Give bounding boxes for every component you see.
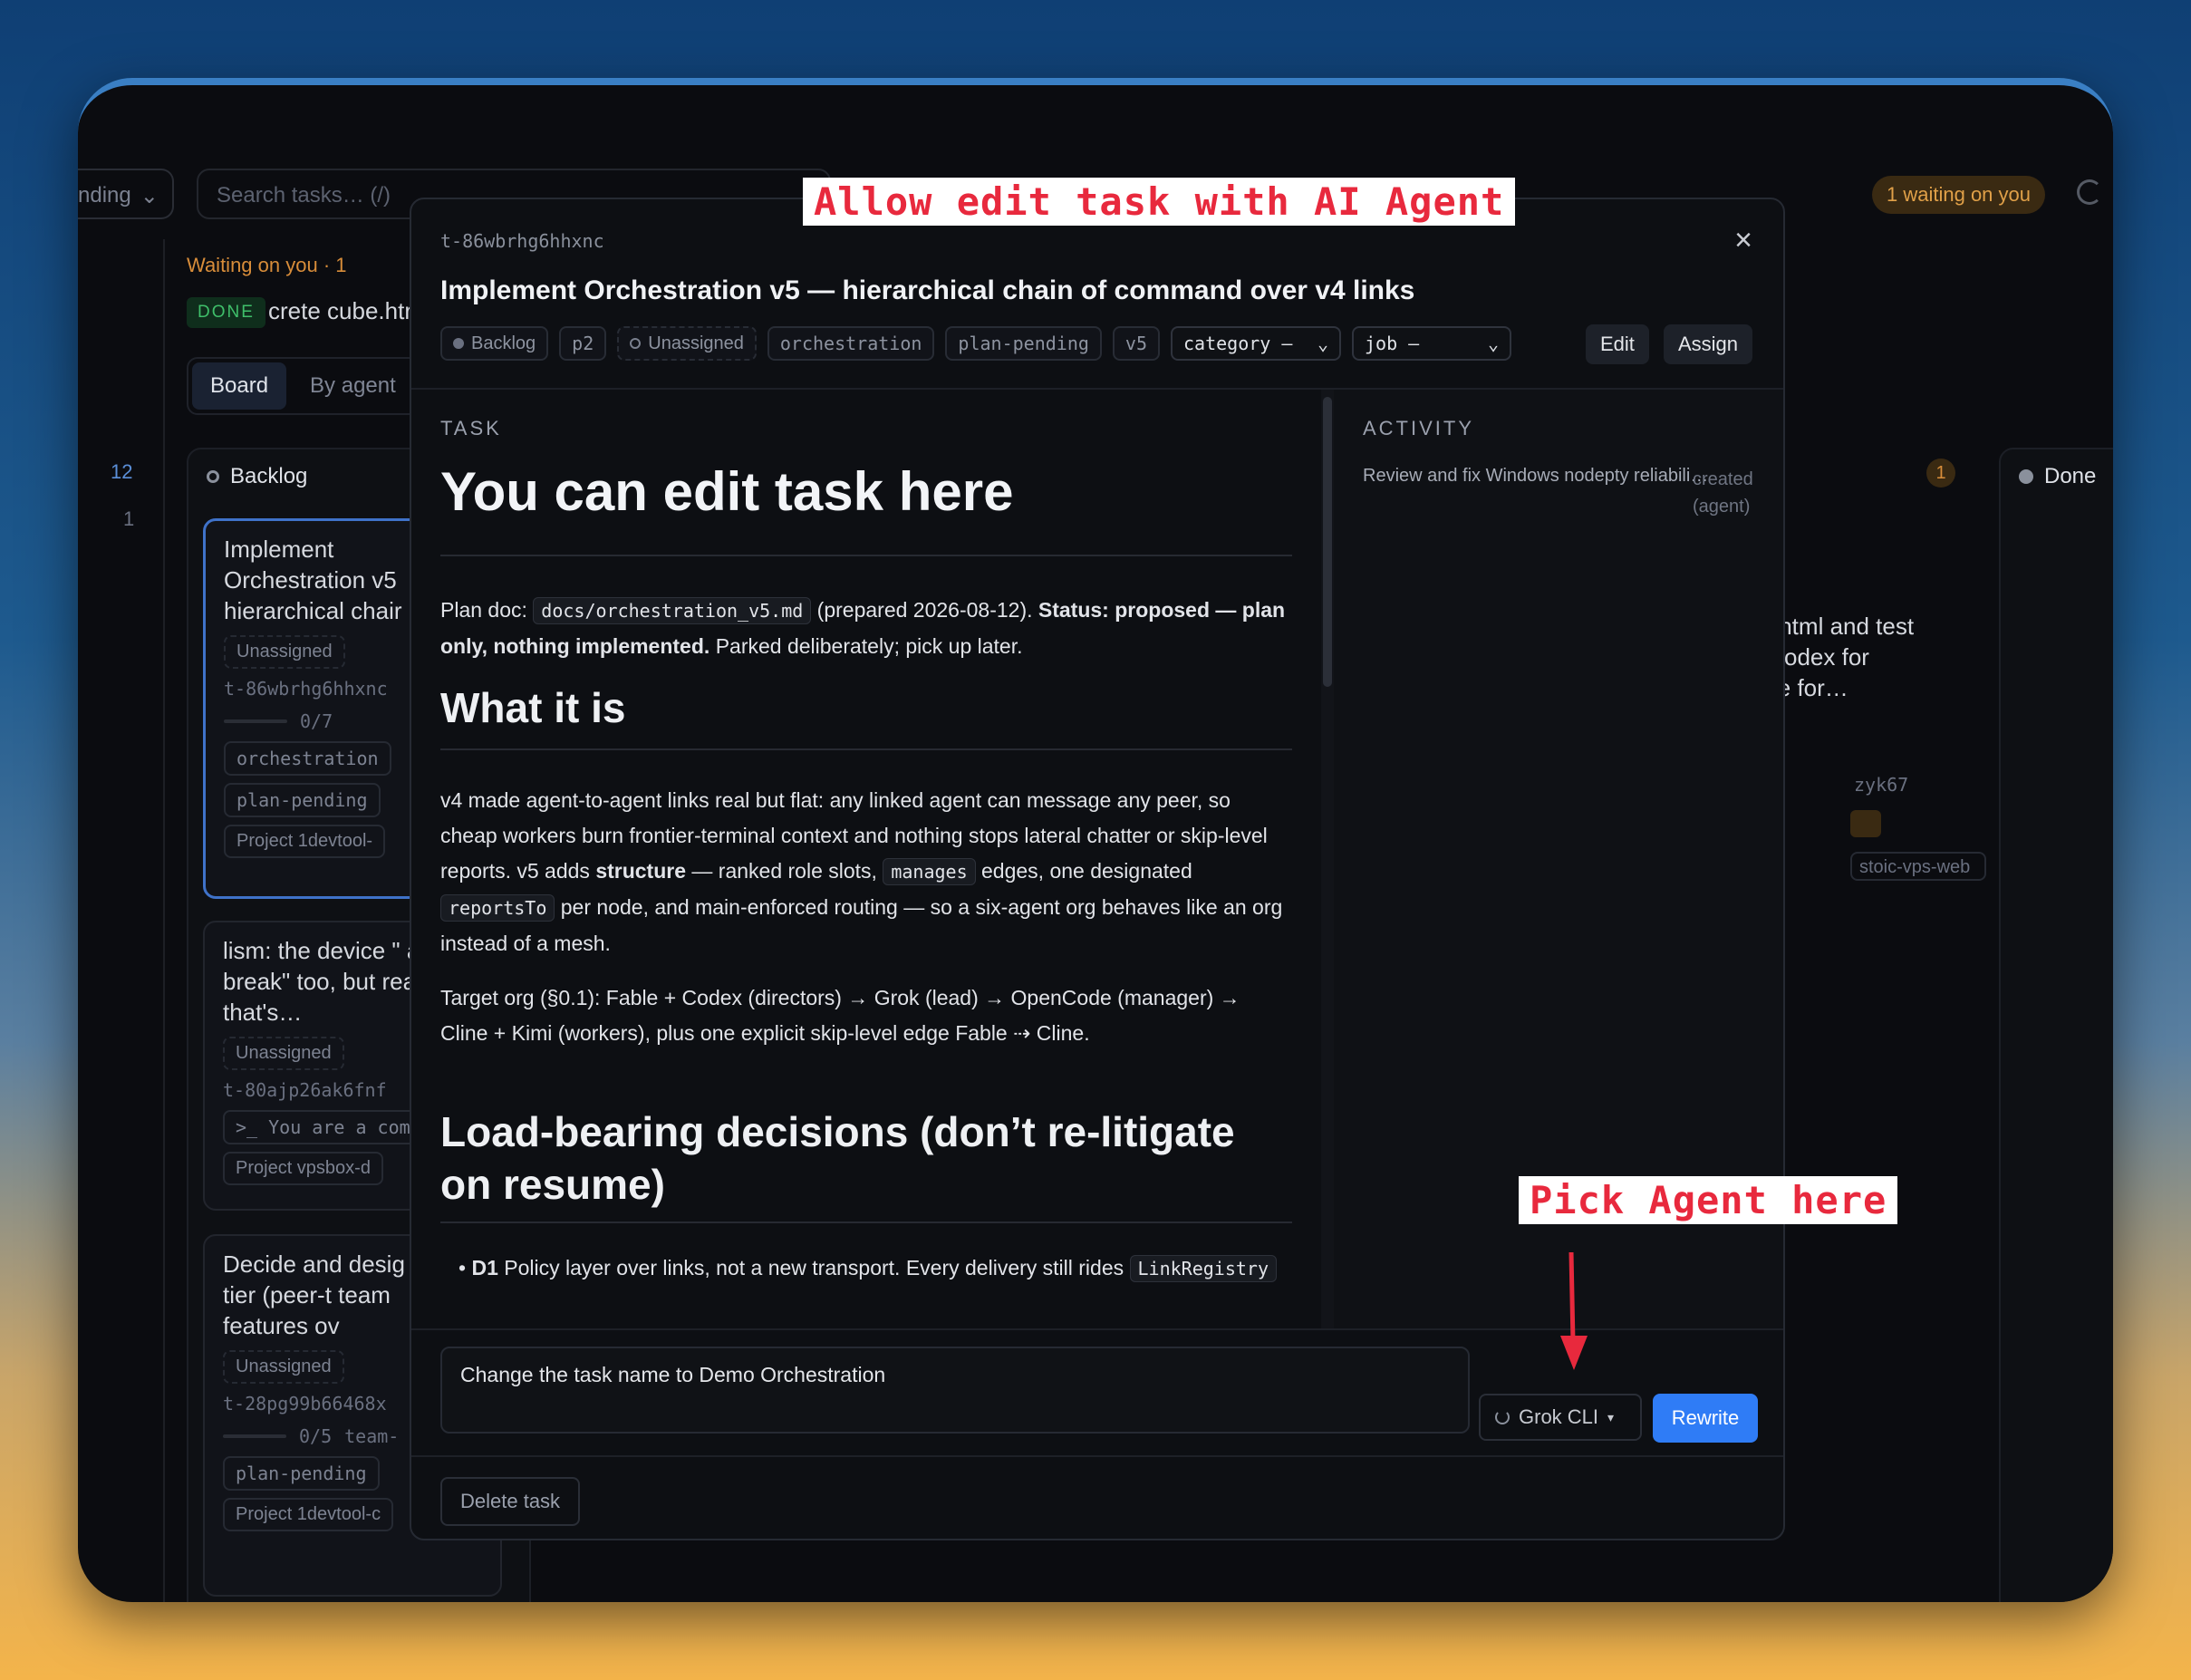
filter-label: nding (78, 183, 131, 208)
annotation-pick: Pick Agent here (1519, 1176, 1898, 1224)
job-select[interactable]: job — ⌄ (1352, 326, 1512, 361)
task-content[interactable]: TASK You can edit task here Plan doc: do… (411, 390, 1321, 1332)
delete-task-button[interactable]: Delete task (440, 1477, 581, 1526)
divider (440, 1221, 1292, 1223)
circle-icon (2019, 469, 2033, 484)
tag-chip: orchestration (224, 741, 391, 776)
column-header: Backlog (207, 464, 307, 489)
target-org-paragraph: Target org (§0.1): Fable + Codex (direct… (440, 986, 1240, 1045)
status-chip[interactable]: Backlog (440, 326, 549, 361)
count-badge: 1 (1926, 459, 1955, 488)
rail-count: 1 (123, 507, 135, 530)
label-chip[interactable]: v5 (1112, 326, 1161, 361)
modal-footer: Delete task (411, 1455, 1783, 1539)
content-heading: You can edit task here (440, 461, 1014, 522)
waiting-title: Waiting on you · 1 (187, 254, 347, 276)
rewrite-prompt-input[interactable]: Change the task name to Demo Orchestrati… (440, 1347, 1470, 1434)
scrollbar-thumb[interactable] (1323, 397, 1332, 687)
status-badge: DONE (187, 297, 265, 328)
assignee-chip[interactable]: Unassigned (223, 1350, 344, 1384)
waiting-pill[interactable]: 1 waiting on you (1872, 176, 2045, 214)
project-chip: Project 1devtool- (224, 825, 386, 858)
arrow-down-icon (1560, 1252, 1588, 1370)
rewrite-button[interactable]: Rewrite (1653, 1394, 1758, 1443)
close-icon[interactable]: × (1725, 223, 1761, 259)
agent-select[interactable]: Grok CLI ▾ (1479, 1394, 1642, 1441)
project-chip: stoic-vps-web (1850, 852, 1986, 881)
circle-icon (207, 470, 219, 483)
status-dot-icon (453, 338, 464, 349)
left-rail (78, 239, 165, 1602)
label-chip[interactable]: plan-pending (945, 326, 1102, 361)
assignee-chip[interactable]: Unassigned (223, 1037, 344, 1070)
card-title[interactable]: .html and test codex for le for… (1772, 611, 1914, 703)
project-chip: Project 1devtool-c (223, 1498, 394, 1531)
activity-item[interactable]: Review and fix Windows nodepty reliabili… (1363, 466, 1707, 487)
divider (440, 555, 1292, 556)
section-heading: Load-bearing decisions (don’t re-litigat… (440, 1108, 1235, 1208)
filter-select[interactable]: nding ⌄ (78, 169, 174, 219)
edit-button[interactable]: Edit (1586, 324, 1649, 364)
task-id: t-86wbrhg6hhxnc (440, 230, 604, 252)
project-chip: Project vpsbox-d (223, 1152, 383, 1185)
section-heading: What it is (440, 684, 626, 731)
tab-board[interactable]: Board (192, 362, 287, 410)
activity-meta: created (agent) (1693, 469, 1753, 517)
done-column: Done (1999, 448, 2113, 1602)
tag-chip (1850, 810, 1881, 837)
agent-icon (1495, 1410, 1510, 1424)
card-id: zyk67 (1854, 774, 1909, 796)
assignee-chip[interactable]: Unassigned (224, 635, 345, 669)
label-chip[interactable]: orchestration (767, 326, 935, 361)
divider (440, 748, 1292, 750)
annotation-top: Allow edit task with AI Agent (803, 178, 1516, 226)
plan-doc-paragraph: Plan doc: docs/orchestration_v5.md (prep… (440, 597, 1286, 658)
section-label: TASK (440, 417, 502, 439)
task-tags: Backlog p2 Unassigned orchestration plan… (440, 326, 1512, 361)
column-header: Done (2019, 464, 2096, 489)
category-select[interactable]: category — ⌄ (1171, 326, 1342, 361)
column-title: Backlog (230, 464, 308, 488)
command-chip: >_ You are a come (223, 1110, 434, 1144)
what-paragraph: v4 made agent-to-agent links real but fl… (440, 788, 1283, 955)
assign-button[interactable]: Assign (1664, 324, 1753, 364)
waiting-task-title[interactable]: crete cube.htr (268, 297, 412, 325)
task-title: Implement Orchestration v5 — hierarchica… (440, 275, 1415, 305)
rail-count: 12 (111, 460, 133, 483)
tab-by-agent[interactable]: By agent (292, 362, 414, 410)
refresh-icon[interactable] (2077, 179, 2102, 205)
section-label: ACTIVITY (1363, 417, 1475, 439)
priority-chip[interactable]: p2 (559, 326, 607, 361)
circle-icon (630, 338, 642, 349)
tag-chip: plan-pending (224, 783, 381, 817)
column-title: Done (2044, 464, 2097, 488)
assignee-chip[interactable]: Unassigned (617, 326, 757, 361)
view-tabs: Board By agent (187, 357, 420, 415)
chevron-down-icon: ▾ (1607, 1409, 1615, 1424)
decision-item: • D1 Policy layer over links, not a new … (458, 1250, 1292, 1287)
tag-chip: plan-pending (223, 1456, 380, 1491)
chevron-down-icon: ⌄ (1487, 333, 1500, 354)
chevron-down-icon: ⌄ (1317, 333, 1329, 354)
chevron-down-icon: ⌄ (140, 184, 159, 208)
